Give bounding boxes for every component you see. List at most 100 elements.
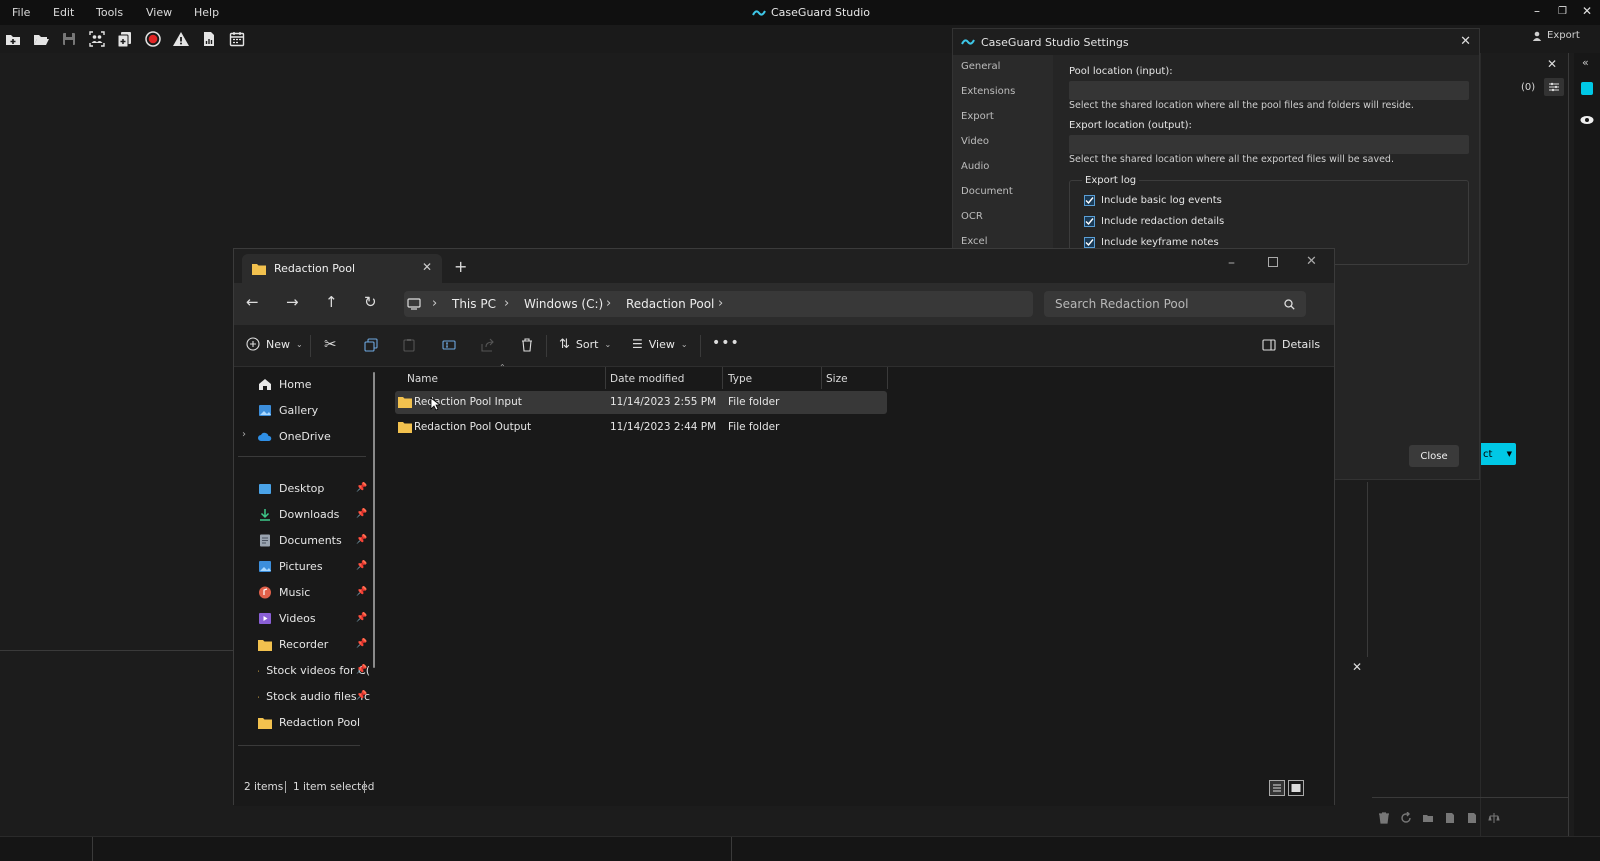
- new-project-icon[interactable]: [4, 30, 22, 48]
- breadcrumb-chevron-icon[interactable]: ›: [432, 296, 437, 311]
- people-detect-icon[interactable]: [88, 30, 106, 48]
- menu-file[interactable]: File: [12, 6, 30, 19]
- up-arrow-icon[interactable]: ↑: [325, 293, 338, 311]
- pin-icon[interactable]: 📌: [356, 483, 367, 493]
- nav-desktop[interactable]: Desktop: [258, 482, 370, 495]
- app-close-button[interactable]: ✕: [1582, 4, 1592, 18]
- settings-nav-ocr[interactable]: OCR: [961, 211, 983, 222]
- explorer-tab[interactable]: Redaction Pool ✕: [242, 254, 442, 283]
- checkbox-checked-icon[interactable]: [1084, 216, 1095, 227]
- details-button[interactable]: Details: [1262, 338, 1320, 351]
- menu-tools[interactable]: Tools: [96, 6, 123, 19]
- scale-icon[interactable]: [1488, 812, 1500, 824]
- file-download-icon[interactable]: [1444, 812, 1456, 824]
- settings-nav-audio[interactable]: Audio: [961, 161, 989, 172]
- pin-icon[interactable]: 📌: [356, 561, 367, 571]
- back-arrow-icon[interactable]: ←: [246, 293, 259, 311]
- copy-add-icon[interactable]: [116, 30, 134, 48]
- forward-arrow-icon[interactable]: →: [286, 293, 299, 311]
- table-row[interactable]: Redaction Pool Input 11/14/2023 2:55 PM …: [395, 391, 887, 414]
- nav-videos[interactable]: Videos: [258, 612, 370, 625]
- column-divider[interactable]: [722, 367, 723, 389]
- rename-icon[interactable]: [442, 338, 456, 352]
- nav-gallery[interactable]: Gallery: [258, 404, 370, 417]
- column-header-size[interactable]: Size: [826, 373, 848, 385]
- delete-icon[interactable]: [520, 338, 534, 352]
- dropdown-arrow-icon[interactable]: ▼: [1507, 450, 1512, 458]
- table-row[interactable]: Redaction Pool Output 11/14/2023 2:44 PM…: [395, 416, 887, 439]
- tab-close-icon[interactable]: ✕: [422, 260, 432, 274]
- column-divider[interactable]: [821, 367, 822, 389]
- checkbox-keyframe-notes[interactable]: Include keyframe notes: [1084, 237, 1219, 248]
- pool-location-input[interactable]: [1069, 81, 1469, 100]
- nav-documents[interactable]: Documents: [258, 534, 370, 547]
- pin-icon[interactable]: 📌: [356, 665, 367, 675]
- breadcrumb-redaction-pool[interactable]: Redaction Pool: [626, 297, 714, 311]
- paste-icon[interactable]: [402, 338, 416, 352]
- nav-stock-audio[interactable]: Stock audio files fc: [258, 690, 370, 703]
- nav-redaction-pool[interactable]: Redaction Pool: [258, 716, 370, 729]
- refresh-icon[interactable]: [1400, 812, 1412, 824]
- copy-icon[interactable]: [364, 338, 378, 352]
- eye-icon[interactable]: [1580, 115, 1594, 125]
- settings-close-icon[interactable]: ✕: [1460, 34, 1471, 49]
- pin-icon[interactable]: 📌: [356, 639, 367, 649]
- export-button[interactable]: Export: [1532, 30, 1580, 41]
- folder-open-icon[interactable]: [1422, 812, 1434, 824]
- settings-close-button[interactable]: Close: [1409, 445, 1459, 467]
- details-view-icon[interactable]: [1269, 780, 1285, 796]
- share-icon[interactable]: [481, 338, 495, 352]
- settings-nav-general[interactable]: General: [961, 61, 1000, 72]
- settings-nav-export[interactable]: Export: [961, 111, 994, 122]
- sort-button[interactable]: ⇅ Sort ⌄: [559, 337, 611, 352]
- menu-help[interactable]: Help: [194, 6, 219, 19]
- nav-home[interactable]: Home: [258, 378, 370, 391]
- file-name[interactable]: Redaction Pool Output: [414, 421, 531, 433]
- breadcrumb-chevron-icon[interactable]: ›: [718, 296, 723, 311]
- breadcrumb-chevron-icon[interactable]: ›: [504, 296, 509, 311]
- column-header-name[interactable]: Name: [407, 373, 438, 385]
- search-box[interactable]: Search Redaction Pool: [1044, 291, 1306, 317]
- pin-icon[interactable]: 📌: [356, 613, 367, 623]
- restore-button[interactable]: ❐: [1558, 6, 1567, 17]
- settings-nav-extensions[interactable]: Extensions: [961, 86, 1015, 97]
- collapse-chevron-icon[interactable]: «: [1582, 56, 1589, 69]
- refresh-icon[interactable]: ↻: [364, 293, 377, 311]
- menu-edit[interactable]: Edit: [53, 6, 74, 19]
- nav-downloads[interactable]: Downloads: [258, 508, 370, 521]
- pin-icon[interactable]: 📌: [356, 691, 367, 701]
- more-options-icon[interactable]: •••: [712, 335, 740, 351]
- nav-stock-videos[interactable]: Stock videos for C(: [258, 664, 370, 677]
- nav-scrollbar[interactable]: [373, 372, 375, 668]
- right-panel-close-icon[interactable]: ✕: [1547, 57, 1557, 71]
- explorer-close-button[interactable]: ✕: [1306, 254, 1317, 269]
- pin-icon[interactable]: 📌: [356, 587, 367, 597]
- breadcrumb-chevron-icon[interactable]: ›: [606, 296, 611, 311]
- breadcrumb-this-pc[interactable]: This PC: [452, 297, 496, 311]
- trash-icon[interactable]: [1378, 812, 1390, 824]
- menu-view[interactable]: View: [146, 6, 172, 19]
- report-icon[interactable]: [200, 30, 218, 48]
- column-divider[interactable]: [887, 367, 888, 389]
- breadcrumb-windows-c[interactable]: Windows (C:): [524, 297, 603, 311]
- warning-icon[interactable]: [172, 30, 190, 48]
- search-input[interactable]: Search Redaction Pool: [1055, 297, 1188, 311]
- nav-pictures[interactable]: Pictures: [258, 560, 370, 573]
- large-icons-view-icon[interactable]: [1288, 780, 1304, 796]
- checkbox-checked-icon[interactable]: [1084, 195, 1095, 206]
- column-header-date[interactable]: Date modified: [610, 373, 684, 385]
- pin-icon[interactable]: 📌: [356, 535, 367, 545]
- new-tab-icon[interactable]: +: [454, 257, 467, 276]
- export-location-input[interactable]: [1069, 135, 1469, 154]
- explorer-maximize-button[interactable]: [1268, 257, 1278, 267]
- checkbox-redaction-details[interactable]: Include redaction details: [1084, 216, 1224, 227]
- nav-music[interactable]: Music: [258, 586, 370, 599]
- settings-nav-document[interactable]: Document: [961, 186, 1013, 197]
- cut-icon[interactable]: ✂: [324, 335, 337, 353]
- search-icon[interactable]: [1284, 299, 1295, 310]
- explorer-minimize-button[interactable]: –: [1228, 255, 1235, 271]
- open-folder-icon[interactable]: [32, 30, 50, 48]
- address-box[interactable]: › This PC › Windows (C:) › Redaction Poo…: [404, 291, 1033, 317]
- panel-close-icon[interactable]: ✕: [1352, 660, 1362, 674]
- pin-icon[interactable]: 📌: [356, 509, 367, 519]
